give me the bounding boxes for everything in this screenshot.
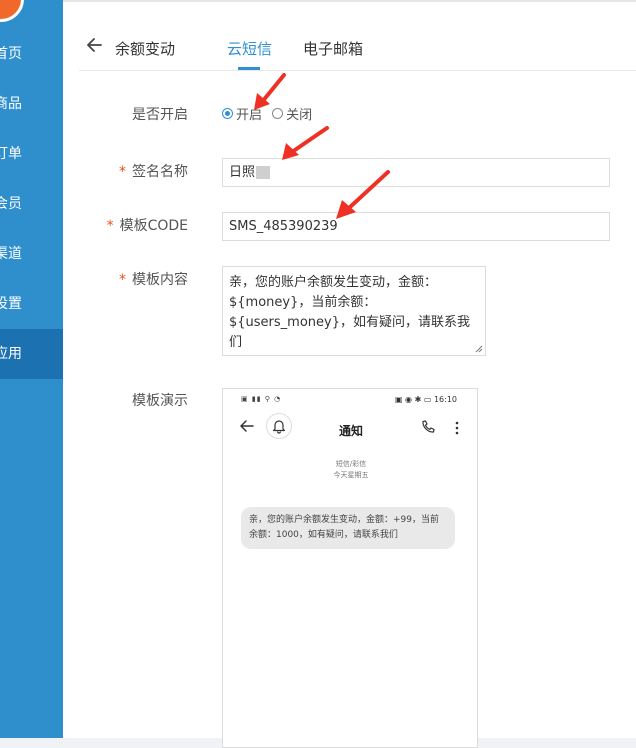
sidebar-item-members[interactable]: 会员 (0, 179, 63, 229)
sidebar-item-apps[interactable]: 应用 (0, 329, 63, 379)
template-content-label: * 模板内容 (63, 269, 188, 289)
template-content-textarea[interactable]: 亲，您的账户余额发生变动，金额：${money}，当前余额：${users_mo… (222, 266, 486, 356)
sign-name-input[interactable]: 日照 (222, 158, 610, 187)
arrow-left-icon (85, 35, 115, 55)
app-logo (0, 0, 24, 22)
sidebar: 首页 商品 订单 会员 渠道 设置 应用 (0, 0, 63, 738)
redacted-text (256, 166, 271, 179)
phone-call-icon (420, 419, 436, 439)
template-code-label-text: 模板CODE (119, 218, 188, 234)
top-divider (63, 0, 636, 2)
back-button[interactable] (85, 35, 115, 61)
radio-checked-icon (222, 108, 233, 119)
resize-handle-icon[interactable] (475, 345, 483, 353)
message-date: 今天星期五 (333, 471, 369, 479)
enable-radio-group: 开启 关闭 (222, 104, 318, 123)
enable-label: 是否开启 (132, 107, 188, 123)
status-time: 16:10 (433, 395, 457, 404)
sidebar-item-home[interactable]: 首页 (0, 29, 63, 79)
radio-enable-on[interactable]: 开启 (222, 104, 262, 123)
battery-icon: ▣ ◉ ✱ ▭ (394, 395, 434, 404)
sign-name-label-text: 签名名称 (132, 164, 188, 180)
sign-name-label: * 签名名称 (63, 161, 188, 181)
phone-preview: ▣ ▮▮ ⚲ ◔ ▣ ◉ ✱ ▭ 16:10 通知 短信/彩信 今天星期五 亲，… (222, 388, 478, 748)
required-marker: * (119, 272, 126, 288)
tab-email[interactable]: 电子邮箱 (303, 38, 363, 59)
status-bar-right: ▣ ◉ ✱ ▭ 16:10 (395, 395, 457, 404)
active-tab-indicator (238, 67, 260, 70)
tab-sms[interactable]: 云短信 (227, 38, 272, 59)
radio-off-label: 关闭 (286, 108, 313, 123)
phone-more-icon (454, 420, 460, 439)
message-bubble: 亲，您的账户余额发生变动，金额：+99，当前余额：1000，如有疑问，请联系我们 (241, 507, 455, 549)
signal-icons: ▣ ▮▮ ⚲ ◔ (241, 395, 282, 403)
phone-title: 通知 (338, 424, 363, 438)
page-title: 余额变动 (115, 40, 176, 58)
template-content-value: 亲，您的账户余额发生变动，金额：${money}，当前余额：${users_mo… (229, 275, 470, 350)
required-marker: * (106, 218, 114, 234)
tab-bar: 余额变动 云短信 电子邮箱 (79, 27, 636, 71)
sidebar-item-settings[interactable]: 设置 (0, 279, 63, 329)
sign-name-value: 日照 (229, 165, 256, 180)
sidebar-item-channels[interactable]: 渠道 (0, 229, 63, 279)
template-content-label-text: 模板内容 (132, 272, 188, 288)
radio-enable-off[interactable]: 关闭 (272, 104, 312, 123)
message-type: 短信/彩信 (335, 460, 367, 468)
template-code-input[interactable]: SMS_485390239 (222, 212, 610, 241)
radio-unchecked-icon (272, 108, 284, 119)
sidebar-item-goods[interactable]: 商品 (0, 79, 63, 129)
required-marker: * (119, 164, 126, 180)
radio-on-label: 开启 (236, 108, 263, 123)
template-code-label: * 模板CODE (63, 215, 188, 235)
sidebar-item-orders[interactable]: 订单 (0, 129, 63, 179)
preview-label: 模板演示 (132, 393, 188, 409)
main-panel: 余额变动 云短信 电子邮箱 是否开启 开启 关闭 * 签名名称 日照 * 模板COD… (63, 0, 636, 748)
